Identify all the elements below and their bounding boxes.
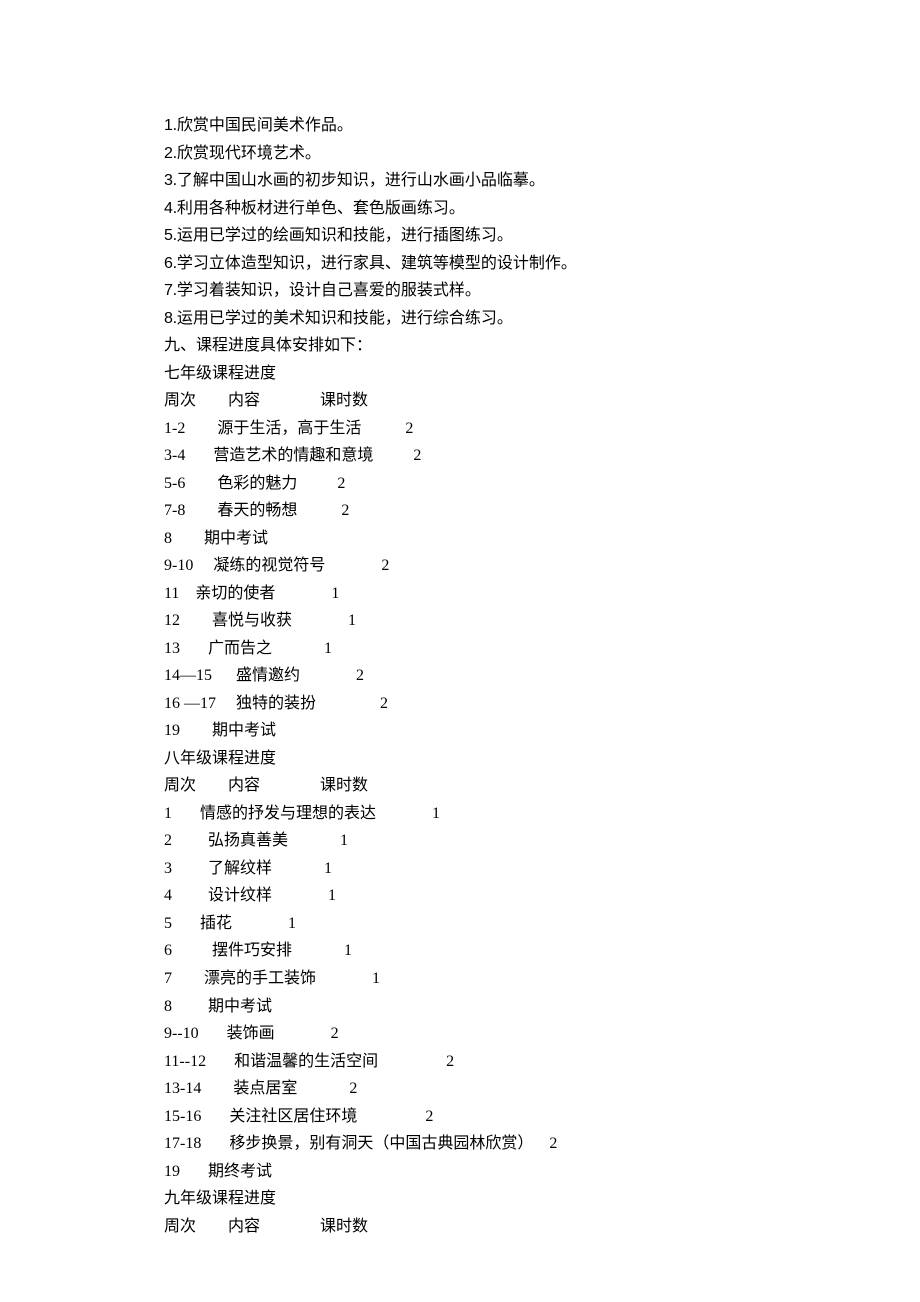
schedule-row: 11 亲切的使者 1 — [164, 580, 756, 608]
document-page: 1.欣赏中国民间美术作品。 2.欣赏现代环境艺术。 3.了解中国山水画的初步知识… — [0, 0, 920, 1302]
schedule-row: 4 设计纹样 1 — [164, 882, 756, 910]
item-text: 欣赏现代环境艺术。 — [177, 145, 321, 162]
list-item: 2.欣赏现代环境艺术。 — [164, 140, 756, 168]
item-number: 3 — [164, 172, 173, 189]
list-item: 8.运用已学过的美术知识和技能，进行综合练习。 — [164, 305, 756, 333]
table-header: 周次 内容 课时数 — [164, 1213, 756, 1241]
section-heading: 九、课程进度具体安排如下： — [164, 332, 756, 360]
item-number: 8 — [164, 310, 173, 327]
item-text: 运用已学过的美术知识和技能，进行综合练习。 — [177, 310, 513, 327]
schedule-row: 5-6 色彩的魅力 2 — [164, 470, 756, 498]
schedule-row: 1-2 源于生活，高于生活 2 — [164, 415, 756, 443]
item-text: 了解中国山水画的初步知识，进行山水画小品临摹。 — [177, 172, 545, 189]
schedule-row: 15-16 关注社区居住环境 2 — [164, 1103, 756, 1131]
item-number: 4 — [164, 200, 173, 217]
table-header: 周次 内容 课时数 — [164, 772, 756, 800]
schedule-row: 16 —17 独特的装扮 2 — [164, 690, 756, 718]
schedule-row: 9--10 装饰画 2 — [164, 1020, 756, 1048]
item-text: 学习着装知识，设计自己喜爱的服装式样。 — [177, 282, 481, 299]
schedule-row: 1 情感的抒发与理想的表达 1 — [164, 800, 756, 828]
schedule-row: 17-18 移步换景，别有洞天（中国古典园林欣赏） 2 — [164, 1130, 756, 1158]
item-text: 欣赏中国民间美术作品。 — [177, 117, 353, 134]
schedule-row: 19 期中考试 — [164, 717, 756, 745]
list-item: 4.利用各种板材进行单色、套色版画练习。 — [164, 195, 756, 223]
list-item: 5.运用已学过的绘画知识和技能，进行插图练习。 — [164, 222, 756, 250]
schedule-row: 5 插花 1 — [164, 910, 756, 938]
item-number: 5 — [164, 227, 173, 244]
item-text: 利用各种板材进行单色、套色版画练习。 — [177, 200, 465, 217]
list-item: 3.了解中国山水画的初步知识，进行山水画小品临摹。 — [164, 167, 756, 195]
item-number: 7 — [164, 282, 173, 299]
schedule-row: 13 广而告之 1 — [164, 635, 756, 663]
item-text: 学习立体造型知识，进行家具、建筑等模型的设计制作。 — [177, 255, 577, 272]
schedule-row: 9-10 凝练的视觉符号 2 — [164, 552, 756, 580]
schedule-row: 8 期中考试 — [164, 525, 756, 553]
schedule-row: 19 期终考试 — [164, 1158, 756, 1186]
list-item: 6.学习立体造型知识，进行家具、建筑等模型的设计制作。 — [164, 250, 756, 278]
item-number: 2 — [164, 145, 173, 162]
schedule-row: 7-8 春天的畅想 2 — [164, 497, 756, 525]
schedule-row: 14—15 盛情邀约 2 — [164, 662, 756, 690]
item-number: 1 — [164, 117, 173, 134]
list-item: 7.学习着装知识，设计自己喜爱的服装式样。 — [164, 277, 756, 305]
item-text: 运用已学过的绘画知识和技能，进行插图练习。 — [177, 227, 513, 244]
schedule-row: 13-14 装点居室 2 — [164, 1075, 756, 1103]
schedule-row: 7 漂亮的手工装饰 1 — [164, 965, 756, 993]
schedule-row: 3-4 营造艺术的情趣和意境 2 — [164, 442, 756, 470]
schedule-row: 6 摆件巧安排 1 — [164, 937, 756, 965]
schedule-row: 12 喜悦与收获 1 — [164, 607, 756, 635]
schedule-row: 11--12 和谐温馨的生活空间 2 — [164, 1048, 756, 1076]
schedule-row: 3 了解纹样 1 — [164, 855, 756, 883]
table-header: 周次 内容 课时数 — [164, 387, 756, 415]
grade-heading: 七年级课程进度 — [164, 360, 756, 388]
list-item: 1.欣赏中国民间美术作品。 — [164, 112, 756, 140]
schedule-row: 8 期中考试 — [164, 993, 756, 1021]
grade-heading: 八年级课程进度 — [164, 745, 756, 773]
schedule-row: 2 弘扬真善美 1 — [164, 827, 756, 855]
item-number: 6 — [164, 255, 173, 272]
grade-heading: 九年级课程进度 — [164, 1185, 756, 1213]
